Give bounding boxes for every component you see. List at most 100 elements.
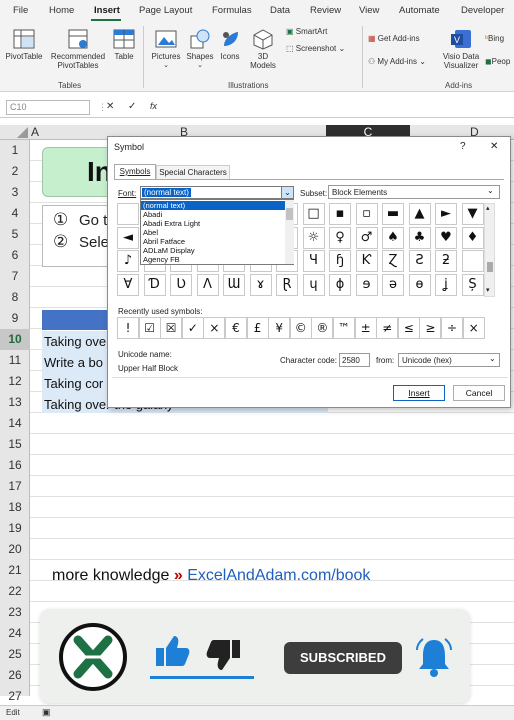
font-option[interactable]: ADLaM Display (141, 246, 286, 255)
symbol-cell[interactable]: ▫ (355, 203, 378, 225)
recent-symbol[interactable]: ☑ (138, 317, 161, 339)
row-header[interactable]: 24 (0, 623, 30, 644)
font-option[interactable]: Abadi (141, 210, 286, 219)
list-item[interactable]: Taking cor (44, 376, 103, 391)
symbol-cell[interactable]: Ɽ (276, 273, 298, 296)
row-header[interactable]: 16 (0, 455, 30, 476)
insert-button[interactable]: Insert (393, 385, 445, 401)
symbol-cell[interactable]: ƻ (435, 250, 457, 272)
symbol-cell[interactable]: ◄ (117, 226, 139, 249)
row-header[interactable]: 2 (0, 161, 30, 182)
bell-icon[interactable] (414, 636, 454, 678)
symbol-cell[interactable]: ɘ (355, 273, 378, 296)
font-option[interactable]: Abril Fatface (141, 237, 286, 246)
font-list-scroll-thumb[interactable] (286, 208, 293, 220)
symbol-cell[interactable] (117, 203, 139, 225)
chevron-down-icon[interactable]: ⌄ (281, 187, 293, 198)
recent-symbol[interactable]: × (462, 317, 485, 339)
symbol-cell[interactable]: ɤ (249, 273, 272, 296)
symbol-cell[interactable]: Ɀ (382, 250, 404, 272)
font-option[interactable]: (normal text) (141, 201, 286, 210)
symbol-cell[interactable] (461, 250, 484, 272)
recent-symbol[interactable]: £ (246, 317, 269, 339)
recent-symbol[interactable]: ≤ (397, 317, 420, 339)
row-header[interactable]: 9 (0, 308, 30, 329)
recent-symbol[interactable]: © (289, 317, 312, 339)
list-item[interactable]: Write a bo (44, 355, 103, 370)
help-button[interactable]: ? (460, 141, 466, 152)
symbol-cell[interactable]: ə (382, 273, 404, 296)
symbol-cell[interactable]: Ƨ (408, 250, 431, 272)
symbol-cell[interactable]: ▲ (408, 203, 431, 225)
recent-symbol[interactable]: ≥ (419, 317, 442, 339)
symbol-cell[interactable]: ♂ (355, 226, 378, 249)
font-option[interactable]: Abadi Extra Light (141, 219, 286, 228)
symbol-cell[interactable]: ʝ (435, 273, 457, 296)
row-header[interactable]: 18 (0, 497, 30, 518)
symbol-cell[interactable]: ♪ (117, 250, 139, 272)
tab-symbols[interactable]: Symbols (114, 164, 156, 179)
symbol-cell[interactable]: ▪ (329, 203, 351, 225)
row-header[interactable]: 19 (0, 518, 30, 539)
row-header[interactable]: 20 (0, 539, 30, 560)
row-header[interactable]: 22 (0, 581, 30, 602)
symbol-cell[interactable]: Ʋ (170, 273, 192, 296)
symbol-cell[interactable]: ► (435, 203, 457, 225)
symbol-cell[interactable]: ♠ (382, 226, 404, 249)
recent-symbol[interactable]: ! (117, 317, 139, 339)
symbol-cell[interactable]: Ɐ (117, 273, 139, 296)
from-select[interactable]: Unicode (hex) ⌄ (398, 353, 500, 367)
recent-symbol[interactable]: ± (354, 317, 377, 339)
row-header[interactable]: 13 (0, 392, 30, 413)
symbol-cell[interactable]: ɵ (408, 273, 431, 296)
row-header[interactable]: 4 (0, 203, 30, 224)
row-header[interactable]: 7 (0, 266, 30, 287)
font-list-scrollbar[interactable] (285, 200, 294, 264)
list-item[interactable]: Taking ove (44, 334, 106, 349)
row-header[interactable]: 25 (0, 644, 30, 665)
symbol-cell[interactable]: ▬ (382, 203, 404, 225)
symbol-cell[interactable]: Ɗ (143, 273, 166, 296)
subscribed-button[interactable]: SUBSCRIBED (284, 642, 402, 674)
symbol-cell[interactable]: □ (302, 203, 325, 225)
row-header[interactable]: 26 (0, 665, 30, 686)
recent-symbol[interactable]: ¥ (268, 317, 291, 339)
row-header[interactable]: 5 (0, 224, 30, 245)
row-header[interactable]: 11 (0, 350, 30, 371)
row-header[interactable]: 17 (0, 476, 30, 497)
font-select[interactable]: (normal text) ⌄ (140, 186, 294, 199)
scroll-thumb[interactable] (487, 262, 493, 272)
symbol-cell[interactable]: Ɥ (302, 250, 325, 272)
symbol-cell[interactable]: ♥ (435, 226, 457, 249)
row-header[interactable]: 14 (0, 413, 30, 434)
recent-symbol[interactable]: ≠ (376, 317, 399, 339)
row-header[interactable]: 8 (0, 287, 30, 308)
symbol-cell[interactable]: Ɯ (223, 273, 245, 296)
promo-link[interactable]: ExcelAndAdam.com/book (187, 567, 370, 584)
symbol-grid-scrollbar[interactable]: ▴ ▾ (484, 203, 495, 297)
font-option[interactable]: Agency FB (141, 255, 286, 264)
symbol-cell[interactable]: ♦ (461, 226, 484, 249)
cancel-button[interactable]: Cancel (453, 385, 505, 401)
like-icon[interactable] (152, 632, 192, 672)
symbol-cell[interactable]: ▼ (461, 203, 484, 225)
row-header[interactable]: 12 (0, 371, 30, 392)
symbol-cell[interactable]: ☼ (302, 226, 325, 249)
row-header[interactable]: 23 (0, 602, 30, 623)
tab-special-characters[interactable]: Special Characters (156, 165, 230, 179)
row-header[interactable]: 3 (0, 182, 30, 203)
recent-symbol[interactable]: ✓ (181, 317, 204, 339)
row-header[interactable]: 15 (0, 434, 30, 455)
accessibility-icon[interactable]: ▣ (42, 707, 51, 718)
recent-symbol[interactable]: ☒ (160, 317, 183, 339)
recent-symbol[interactable]: € (225, 317, 247, 339)
row-header[interactable]: 27 (0, 686, 30, 707)
close-button[interactable]: ✕ (490, 141, 498, 152)
row-header[interactable]: 1 (0, 140, 30, 161)
symbol-cell[interactable]: ♣ (408, 226, 431, 249)
scroll-up-icon[interactable]: ▴ (486, 204, 490, 212)
dislike-icon[interactable] (204, 636, 244, 676)
recent-symbol[interactable]: ÷ (441, 317, 463, 339)
font-option[interactable]: Abel (141, 228, 286, 237)
row-header[interactable]: 21 (0, 560, 30, 581)
